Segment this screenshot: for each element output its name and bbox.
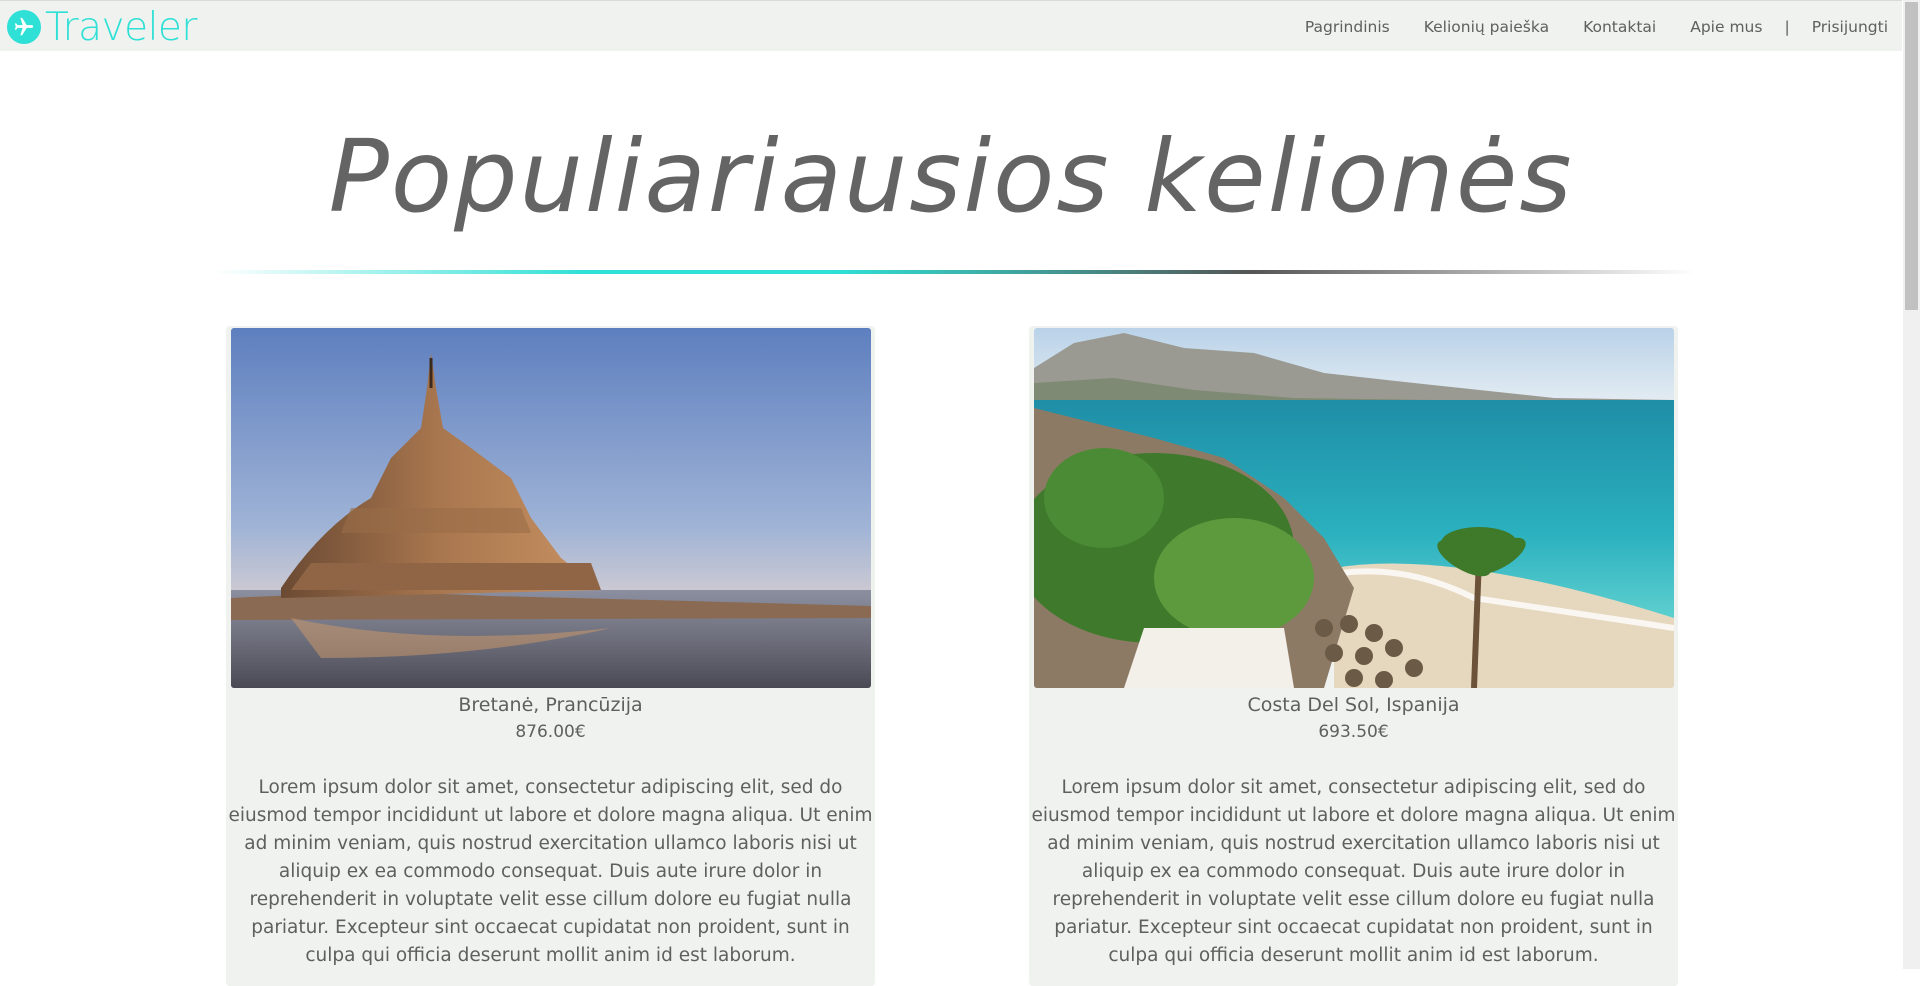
trip-description: Lorem ipsum dolor sit amet, consectetur … [1031,777,1676,966]
page-title: Populiariausios kelionės [328,118,1574,235]
trip-destination: Bretanė, Prancūzija [458,694,643,716]
scrollbar[interactable] [1903,0,1920,969]
brand-name: Traveler [45,4,197,50]
trip-description: Lorem ipsum dolor sit amet, consectetur … [228,777,873,966]
nav-separator: | [1784,17,1790,36]
nav-link-login[interactable]: Prisijungti [1812,18,1888,36]
trip-photo-beach [1034,328,1674,688]
trip-card-brittany[interactable]: Bretanė, Prancūzija 876.00€ Lorem ipsum … [226,326,875,986]
nav-links: Pagrindinis Kelionių paieška Kontaktai A… [1271,1,1888,52]
nav-link-contacts[interactable]: Kontaktai [1583,18,1656,36]
nav-link-about[interactable]: Apie mus [1690,18,1762,36]
trip-destination: Costa Del Sol, Ispanija [1247,694,1460,716]
brand-logo-link[interactable]: Traveler [7,4,197,50]
nav-link-home[interactable]: Pagrindinis [1305,18,1390,36]
trip-photo-abbey [231,328,871,688]
trip-card-costa-del-sol[interactable]: Costa Del Sol, Ispanija 693.50€ Lorem ip… [1029,326,1678,986]
title-divider [215,270,1695,274]
scrollbar-thumb[interactable] [1905,2,1918,310]
trip-price: 693.50€ [1318,722,1389,742]
airplane-icon [7,10,41,44]
trip-price: 876.00€ [515,722,586,742]
navbar: Traveler Pagrindinis Kelionių paieška Ko… [0,0,1902,51]
nav-link-trip-search[interactable]: Kelionių paieška [1424,18,1549,36]
